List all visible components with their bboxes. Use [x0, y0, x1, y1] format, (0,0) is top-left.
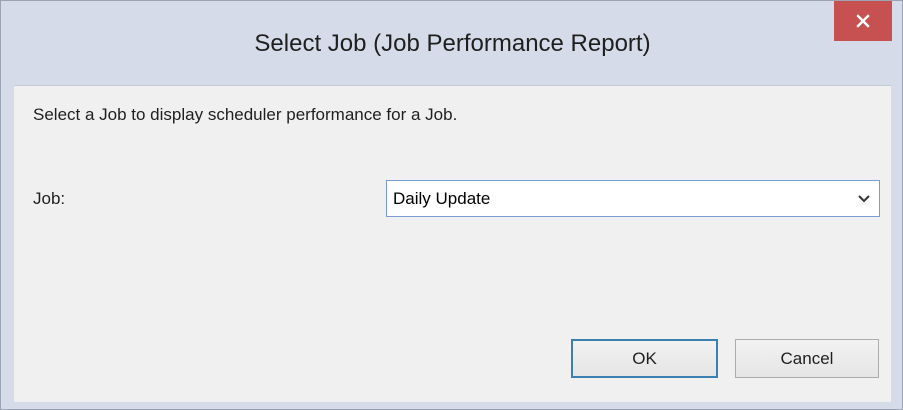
- ok-button[interactable]: OK: [571, 339, 718, 378]
- chevron-down-icon[interactable]: [855, 181, 873, 216]
- job-dropdown[interactable]: Daily Update: [386, 180, 880, 217]
- close-button[interactable]: [834, 1, 892, 41]
- dialog-title: Select Job (Job Performance Report): [254, 30, 651, 57]
- instruction-text: Select a Job to display scheduler perfor…: [33, 105, 458, 124]
- cancel-button[interactable]: Cancel: [735, 339, 879, 378]
- close-icon: [856, 14, 870, 28]
- job-dropdown-value: Daily Update: [393, 189, 491, 208]
- dialog-window: Select Job (Job Performance Report) Sele…: [0, 0, 903, 410]
- dialog-content: Select a Job to display scheduler perfor…: [14, 85, 891, 402]
- job-label: Job:: [33, 189, 66, 208]
